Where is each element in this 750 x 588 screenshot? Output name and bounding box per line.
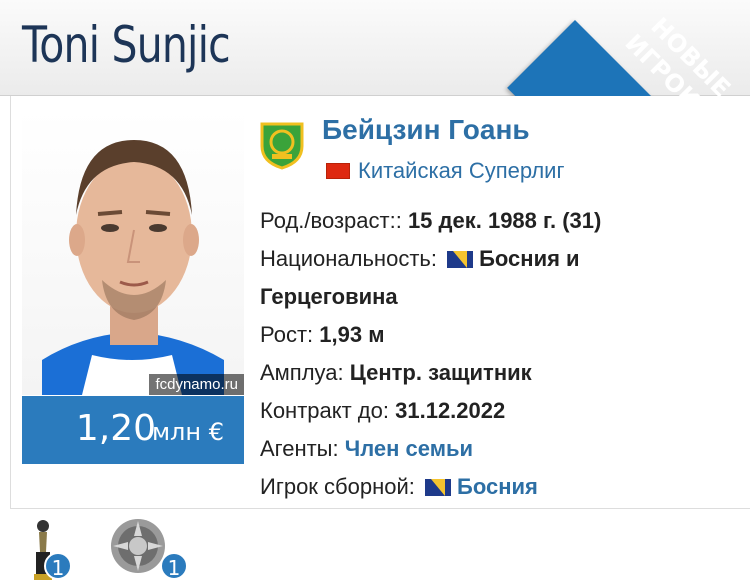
national-team-label: Игрок сборной: — [260, 474, 415, 499]
trophy-count-badge: 1 — [44, 552, 72, 580]
disc-count-badge: 1 — [160, 552, 188, 580]
player-first-name: Toni — [22, 16, 100, 74]
height-value: 1,93 м — [319, 322, 385, 347]
photo-credit: fcdynamo.ru — [149, 374, 244, 395]
height-label: Рост: — [260, 322, 314, 347]
nationality-row: Национальность: Босния и — [260, 240, 740, 278]
player-photo[interactable]: fcdynamo.ru — [22, 110, 244, 395]
contract-value: 31.12.2022 — [395, 398, 506, 423]
position-row: Амплуа: Центр. защитник — [260, 354, 740, 392]
bosnia-flag-icon — [425, 479, 452, 496]
agents-row: Агенты: Член семьи — [260, 430, 740, 468]
nationality-value-1: Босния и — [479, 246, 580, 271]
birth-label: Род./возраст:: — [260, 208, 402, 233]
nationality-label: Национальность: — [260, 246, 437, 271]
national-team-link[interactable]: Босния — [457, 474, 538, 499]
nationality-value-2: Герцеговина — [260, 284, 398, 309]
china-flag-icon — [326, 163, 350, 179]
contract-row: Контракт до: 31.12.2022 — [260, 392, 740, 430]
market-value-box[interactable]: 1,20 млн € — [22, 396, 244, 464]
club-logo-icon[interactable] — [258, 120, 306, 170]
position-label: Амплуа: — [260, 360, 344, 385]
player-name: Toni Sunjic — [22, 10, 231, 80]
position-value: Центр. защитник — [349, 360, 532, 385]
club-name-link[interactable]: Бейцзин Гоань — [322, 114, 530, 146]
player-details: Род./возраст:: 15 дек. 1988 г. (31) Наци… — [260, 202, 740, 506]
birth-value: 15 дек. 1988 г. (31) — [407, 208, 602, 233]
height-row: Рост: 1,93 м — [260, 316, 740, 354]
section-divider — [10, 508, 750, 509]
birth-row: Род./возраст:: 15 дек. 1988 г. (31) — [260, 202, 740, 240]
medal-disc-icon[interactable] — [108, 516, 168, 576]
league-link[interactable]: Китайская Суперлиг — [326, 158, 565, 184]
player-last-name: Sunjic — [111, 16, 230, 74]
league-name: Китайская Суперлиг — [358, 158, 565, 183]
agents-link[interactable]: Член семьи — [345, 436, 473, 461]
agents-label: Агенты: — [260, 436, 339, 461]
contract-label: Контракт до: — [260, 398, 389, 423]
player-portrait-image — [42, 140, 224, 395]
bosnia-flag-icon — [447, 251, 474, 268]
market-value-amount: 1,20 — [75, 408, 156, 449]
nationality-row-continued: Герцеговина — [260, 278, 740, 316]
national-team-row: Игрок сборной: Босния — [260, 468, 740, 506]
market-value-unit: млн € — [151, 418, 224, 446]
